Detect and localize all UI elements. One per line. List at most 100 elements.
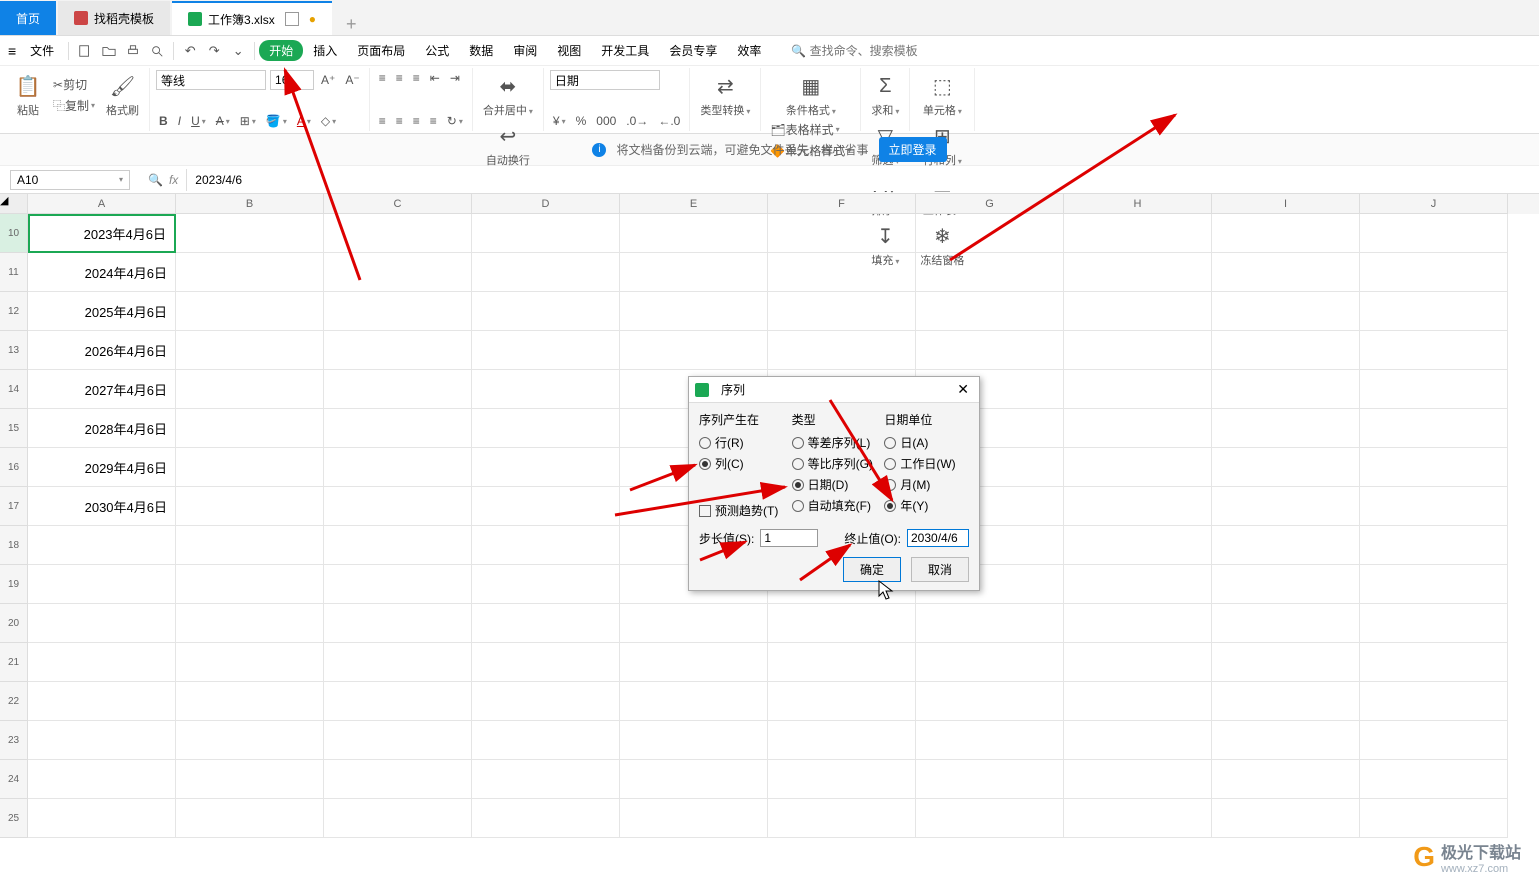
cell[interactable] (324, 331, 472, 370)
cell[interactable]: 2023年4月6日 (28, 214, 176, 253)
cell[interactable] (1064, 214, 1212, 253)
cell[interactable] (620, 214, 768, 253)
cell[interactable] (768, 799, 916, 838)
align-center-icon[interactable]: ≡ (393, 113, 406, 129)
cell[interactable] (1212, 292, 1360, 331)
cell[interactable] (768, 760, 916, 799)
chevron-down-icon[interactable]: ▾ (119, 175, 123, 184)
cell[interactable]: 2025年4月6日 (28, 292, 176, 331)
cell[interactable] (324, 682, 472, 721)
cell[interactable] (472, 721, 620, 760)
formula-input[interactable] (186, 169, 1539, 191)
undo-icon[interactable]: ↶ (180, 41, 200, 61)
row-header[interactable]: 15 (0, 409, 28, 448)
menu-insert[interactable]: 插入 (303, 42, 347, 59)
radio-column[interactable]: 列(C) (699, 453, 784, 474)
indent-inc-icon[interactable]: ⇥ (447, 70, 463, 86)
cell[interactable]: 2024年4月6日 (28, 253, 176, 292)
cell[interactable] (1360, 448, 1508, 487)
cell[interactable] (1360, 253, 1508, 292)
cell[interactable] (1064, 292, 1212, 331)
cell[interactable] (1064, 760, 1212, 799)
col-header[interactable]: D (472, 194, 620, 214)
col-header[interactable]: B (176, 194, 324, 214)
row-header[interactable]: 22 (0, 682, 28, 721)
cell[interactable] (1064, 682, 1212, 721)
cell[interactable] (324, 526, 472, 565)
cell[interactable] (472, 253, 620, 292)
cell[interactable] (472, 370, 620, 409)
cell[interactable] (28, 682, 176, 721)
cell[interactable] (1212, 604, 1360, 643)
cell[interactable] (620, 331, 768, 370)
cell[interactable] (176, 253, 324, 292)
row-header[interactable]: 12 (0, 292, 28, 331)
cell[interactable] (176, 487, 324, 526)
radio-year[interactable]: 年(Y) (884, 495, 969, 516)
cell[interactable] (1064, 565, 1212, 604)
cell[interactable] (1064, 253, 1212, 292)
row-header[interactable]: 11 (0, 253, 28, 292)
cond-format-button[interactable]: ▦条件格式▾ (767, 70, 854, 120)
cell[interactable] (1360, 331, 1508, 370)
cell[interactable] (1212, 799, 1360, 838)
add-tab-button[interactable]: + (334, 14, 369, 35)
cell[interactable] (472, 214, 620, 253)
cell[interactable] (768, 682, 916, 721)
borders-icon[interactable]: ⊞▾ (237, 113, 259, 129)
cell[interactable] (472, 760, 620, 799)
row-header[interactable]: 18 (0, 526, 28, 565)
cell[interactable] (28, 721, 176, 760)
cell[interactable] (1212, 565, 1360, 604)
cell[interactable] (620, 604, 768, 643)
radio-row[interactable]: 行(R) (699, 432, 784, 453)
cell[interactable] (176, 331, 324, 370)
bold-icon[interactable]: B (156, 113, 171, 129)
cell[interactable] (1212, 448, 1360, 487)
cell[interactable] (620, 682, 768, 721)
italic-icon[interactable]: I (175, 113, 184, 129)
cell[interactable] (324, 253, 472, 292)
cell[interactable]: 2027年4月6日 (28, 370, 176, 409)
cell[interactable]: 2026年4月6日 (28, 331, 176, 370)
cell[interactable] (620, 643, 768, 682)
row-header[interactable]: 17 (0, 487, 28, 526)
radio-day[interactable]: 日(A) (884, 432, 969, 453)
row-header[interactable]: 23 (0, 721, 28, 760)
cell[interactable] (1212, 409, 1360, 448)
type-convert-button[interactable]: ⇄类型转换▾ (696, 70, 754, 120)
cell[interactable] (916, 799, 1064, 838)
col-header[interactable]: A (28, 194, 176, 214)
col-header[interactable]: G (916, 194, 1064, 214)
menu-devtools[interactable]: 开发工具 (591, 42, 659, 59)
align-bottom-icon[interactable]: ≡ (410, 70, 423, 86)
cancel-button[interactable]: 取消 (911, 557, 969, 582)
command-search[interactable]: 🔍 (791, 44, 949, 58)
cell[interactable] (472, 643, 620, 682)
fill-color-icon[interactable]: 🪣▾ (263, 113, 290, 129)
cell[interactable] (1360, 760, 1508, 799)
cell[interactable] (472, 448, 620, 487)
cell[interactable] (1212, 526, 1360, 565)
print-icon[interactable] (123, 41, 143, 61)
cell[interactable] (176, 682, 324, 721)
col-header[interactable]: H (1064, 194, 1212, 214)
menu-efficiency[interactable]: 效率 (727, 42, 771, 59)
cell[interactable] (1360, 526, 1508, 565)
cell[interactable] (620, 760, 768, 799)
cell[interactable] (1360, 487, 1508, 526)
row-header[interactable]: 14 (0, 370, 28, 409)
cell[interactable] (28, 565, 176, 604)
cell[interactable] (176, 760, 324, 799)
orientation-icon[interactable]: ↻▾ (444, 113, 466, 129)
menu-review[interactable]: 审阅 (503, 42, 547, 59)
cell[interactable] (620, 721, 768, 760)
cell[interactable] (28, 760, 176, 799)
menu-formula[interactable]: 公式 (415, 42, 459, 59)
col-header[interactable]: I (1212, 194, 1360, 214)
cell[interactable] (28, 799, 176, 838)
cell[interactable] (1064, 448, 1212, 487)
close-icon[interactable]: ✕ (953, 381, 973, 398)
cell[interactable] (1212, 721, 1360, 760)
cell[interactable] (1360, 565, 1508, 604)
